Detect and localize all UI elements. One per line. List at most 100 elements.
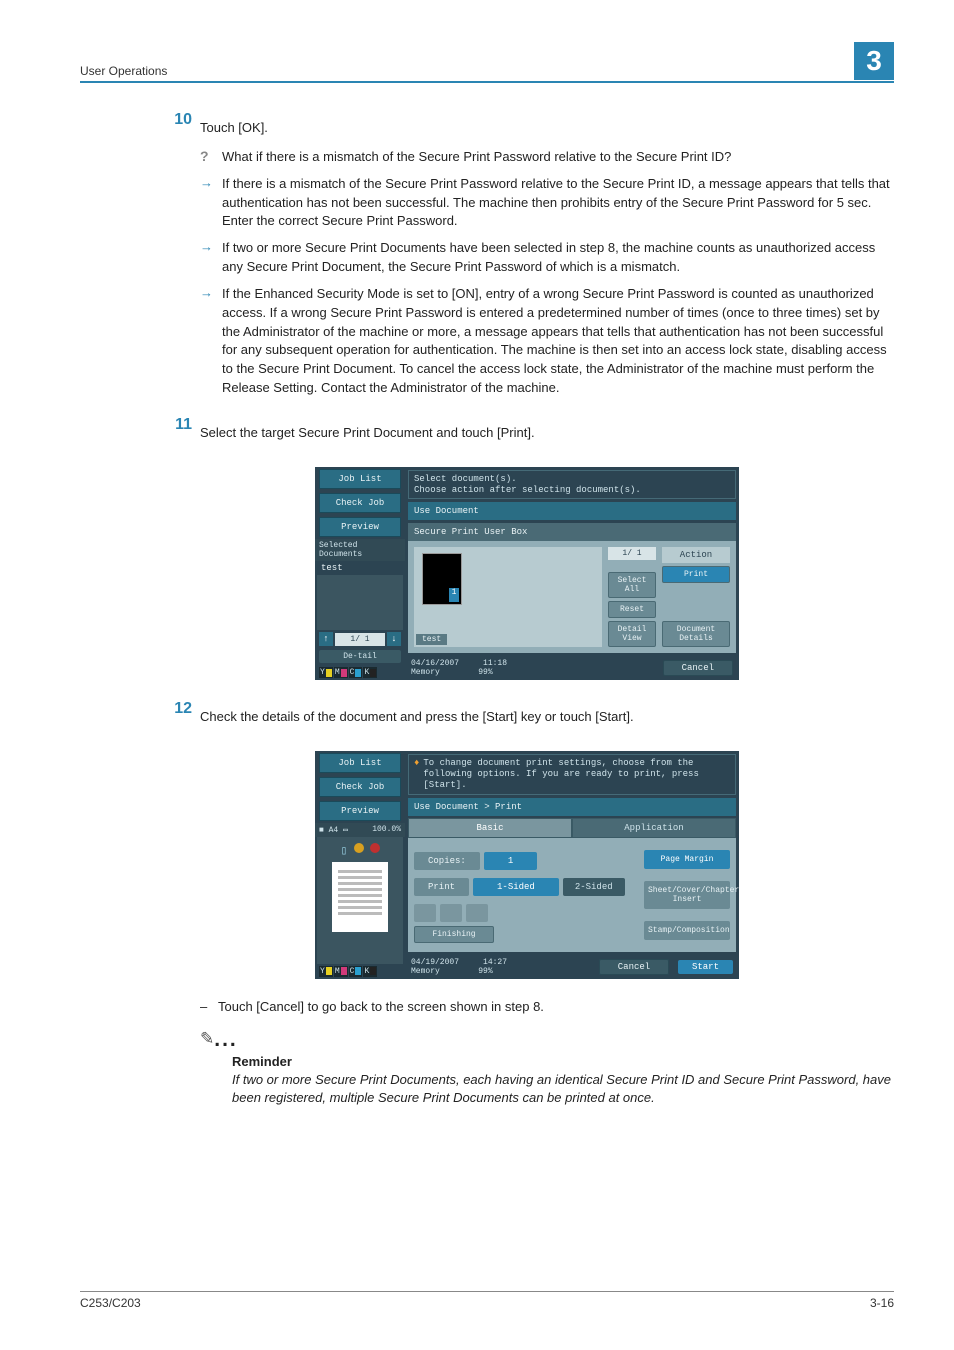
copies-value[interactable]: 1 [484, 852, 537, 870]
answer-row: → If there is a mismatch of the Secure P… [200, 175, 894, 232]
down-arrow-icon[interactable]: ↓ [387, 632, 401, 646]
arrow-icon: → [200, 175, 222, 232]
copies-label: Copies: [414, 852, 480, 870]
two-sided-button[interactable]: 2-Sided [563, 878, 625, 896]
ellipsis-icon: ... [214, 1028, 238, 1051]
page-indicator: 1/ 1 [335, 633, 385, 646]
screen-footer: 04/19/2007 14:27 Memory 99% Cancel Start [405, 955, 739, 979]
step-number: 12 [160, 700, 200, 737]
zoom-in-icon[interactable] [370, 843, 380, 853]
chapter-number: 3 [854, 42, 894, 80]
footer-date: 04/16/2007 [411, 659, 459, 668]
footer-time: 14:27 [483, 958, 507, 967]
answer-row: → If two or more Secure Print Documents … [200, 239, 894, 277]
staple-icon [440, 904, 462, 922]
screenshot-print-settings: Job List Check Job Preview ■ A4 ▭100.0% … [160, 751, 894, 978]
job-list-button[interactable]: Job List [319, 753, 401, 773]
message-line-2: Choose action after selecting document(s… [414, 485, 641, 496]
question-icon: ? [200, 148, 222, 167]
finishing-icons [414, 904, 638, 922]
note-dash: – Touch [Cancel] to go back to the scree… [200, 999, 894, 1014]
up-arrow-icon[interactable]: ↑ [319, 632, 333, 646]
step-text: Check the details of the document and pr… [200, 708, 894, 727]
select-all-button[interactable]: Select All [608, 572, 656, 598]
selected-documents-label: Selected Documents [315, 539, 405, 561]
thumb-page-number: 1 [449, 588, 459, 602]
arrow-icon: → [200, 239, 222, 277]
dash-icon: – [200, 999, 218, 1014]
note-text: Touch [Cancel] to go back to the screen … [218, 999, 544, 1014]
screen-footer: 04/16/2007 11:18 Memory 99% Cancel [405, 656, 739, 680]
message-line-1: Select document(s). [414, 474, 641, 485]
reminder-body: If two or more Secure Print Documents, e… [232, 1071, 894, 1109]
punch-icon [466, 904, 488, 922]
footer-model: C253/C203 [80, 1296, 141, 1310]
cancel-button[interactable]: Cancel [599, 959, 669, 975]
step-number: 11 [160, 416, 200, 453]
tab-basic[interactable]: Basic [408, 818, 572, 838]
tab-application[interactable]: Application [572, 818, 736, 838]
left-spacer [317, 940, 403, 963]
selected-list-area [317, 575, 403, 631]
screenshot-select-document: Job List Check Job Preview Selected Docu… [160, 467, 894, 681]
footer-page: 3-16 [870, 1296, 894, 1310]
footer-memory-label: Memory [411, 967, 440, 976]
page-header: User Operations 3 [80, 40, 894, 83]
zoom-out-icon[interactable] [354, 843, 364, 853]
document-pane: 1 test 1/ 1 Select All Reset [408, 541, 736, 653]
action-header: Action [662, 547, 730, 563]
preview-button[interactable]: Preview [319, 517, 401, 537]
thumb-label: test [416, 634, 447, 645]
tab-secure-print[interactable]: Secure Print User Box [408, 523, 736, 541]
page-footer: C253/C203 3-16 [80, 1291, 894, 1310]
stamp-button[interactable]: Stamp/Composition [644, 921, 730, 940]
detail-view-button[interactable]: Detail View [608, 621, 656, 647]
document-details-button[interactable]: Document Details [662, 621, 730, 647]
footer-date: 04/19/2007 [411, 958, 459, 967]
job-list-button[interactable]: Job List [319, 469, 401, 489]
page-margin-button[interactable]: Page Margin [644, 850, 730, 869]
one-sided-button[interactable]: 1-Sided [473, 878, 559, 896]
page-indicator: 1/ 1 [608, 547, 656, 560]
message-bar: ♦ To change document print settings, cho… [408, 754, 736, 794]
note-icon: ✎ [200, 1029, 214, 1048]
step-11: 11 Select the target Secure Print Docume… [160, 416, 894, 453]
step-text: Touch [OK]. [200, 119, 894, 138]
breadcrumb: Use Document [408, 502, 736, 520]
sheet-cover-button[interactable]: Sheet/Cover/Chapter Insert [644, 881, 730, 909]
check-job-button[interactable]: Check Job [319, 493, 401, 513]
question-row: ? What if there is a mismatch of the Sec… [200, 148, 894, 167]
print-button[interactable]: Print [662, 566, 730, 583]
footer-memory-value: 99% [478, 668, 492, 677]
detail-button[interactable]: De-tail [319, 650, 401, 663]
finishing-button[interactable]: Finishing [414, 926, 494, 943]
selected-doc-name: test [315, 561, 405, 575]
step-12: 12 Check the details of the document and… [160, 700, 894, 737]
answer-text: If there is a mismatch of the Secure Pri… [222, 175, 894, 232]
reminder-block: ✎... Reminder If two or more Secure Prin… [200, 1028, 894, 1109]
step-10: 10 Touch [OK]. ? What if there is a mism… [160, 111, 894, 406]
answer-row: → If the Enhanced Security Mode is set t… [200, 285, 894, 398]
start-button[interactable]: Start [678, 960, 733, 974]
answer-text: If the Enhanced Security Mode is set to … [222, 285, 894, 398]
preview-paper [332, 862, 388, 932]
print-label: Print [414, 878, 469, 896]
thumbnail-area[interactable]: 1 test [414, 547, 602, 647]
check-job-button[interactable]: Check Job [319, 777, 401, 797]
reminder-title: Reminder [232, 1054, 894, 1069]
document-thumbnail[interactable]: 1 [422, 553, 462, 605]
page-icon: ▯ [340, 843, 347, 858]
cancel-button[interactable]: Cancel [663, 660, 733, 676]
step-number: 10 [160, 111, 200, 406]
header-section: User Operations [80, 64, 167, 78]
info-icon: ♦ [414, 758, 419, 790]
footer-time: 11:18 [483, 659, 507, 668]
arrow-icon: → [200, 285, 222, 398]
toner-levels: Y M C K [315, 665, 405, 680]
reset-button[interactable]: Reset [608, 601, 656, 618]
paper-info-bar: ■ A4 ▭100.0% [315, 823, 405, 837]
preview-pane: ▯ [317, 837, 403, 940]
message-text: To change document print settings, choos… [423, 758, 730, 790]
preview-button[interactable]: Preview [319, 801, 401, 821]
breadcrumb: Use Document > Print [408, 798, 736, 816]
